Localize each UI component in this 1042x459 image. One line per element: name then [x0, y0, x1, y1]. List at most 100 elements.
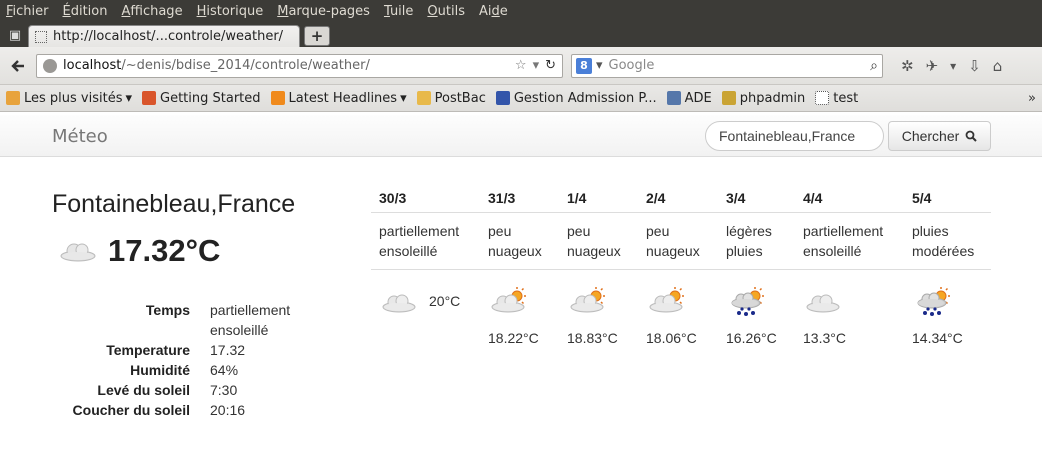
menu-item[interactable]: Outils [427, 4, 465, 19]
forecast-temperature: 13.3°C [803, 330, 846, 346]
search-bar-placeholder: Google [608, 58, 655, 73]
forecast-day: 13.3°C [795, 286, 904, 380]
menu-item[interactable]: Marque-pages [277, 4, 370, 19]
bookmark-item[interactable]: Les plus visités ▾ [6, 91, 132, 106]
forecast-temperature: 20°C [429, 293, 461, 309]
plugin-icon[interactable]: ✈ [926, 57, 939, 75]
bookmark-label: Latest Headlines [288, 90, 398, 106]
plugin-dropdown-icon[interactable]: ▾ [950, 59, 956, 73]
menu-item-accesskey: O [427, 3, 438, 19]
forecast-day: 18.22°C [480, 286, 559, 380]
forecast-date: 30/3 [379, 189, 407, 206]
forecast-icons-row: 20°C 18.22°C 18.83°C 18.06°C 16.26°C 13.3°C 14… [371, 270, 991, 380]
forecast-date: 3/4 [726, 189, 746, 206]
menu-item-text: arque-pages [288, 3, 370, 19]
search-icon [965, 130, 978, 142]
city-search-input[interactable]: Fontainebleau,France [705, 121, 884, 151]
forecast-day: 16.26°C [718, 286, 795, 380]
bookmark-item[interactable]: PostBac [416, 90, 486, 106]
back-button[interactable] [6, 54, 30, 78]
menu-item[interactable]: Aide [479, 4, 508, 19]
bookmark-label: ADE [684, 90, 712, 106]
url-bar[interactable]: localhost/~denis/bdise_2014/controle/wea… [36, 53, 563, 78]
forecast-description: partiellement ensoleillé [379, 223, 460, 259]
bookmark-folder-arrow-icon: ▾ [125, 90, 133, 106]
menu-item-text: dition [70, 3, 108, 19]
tab-favicon-icon [35, 30, 47, 43]
detail-row: Coucher du soleil 20:16 [60, 400, 320, 420]
menu-item-text: ichier [12, 3, 49, 19]
bookmarks-overflow-button[interactable]: » [1028, 91, 1036, 106]
back-arrow-icon [11, 59, 24, 72]
forecast-day: 18.83°C [559, 286, 638, 380]
bookmark-item[interactable]: Gestion Admission P... [495, 90, 657, 106]
bookmark-favicon-icon [815, 91, 830, 105]
detail-label: Temps [145, 302, 190, 318]
forecast-descriptions-row: partiellement ensoleillé peu nuageux peu n… [371, 213, 991, 270]
detail-row: Temperature 17.32 [60, 340, 320, 360]
detail-label: Humidité [130, 362, 190, 378]
menu-item-text: utils [437, 3, 465, 19]
forecast-date: 2/4 [646, 189, 666, 206]
current-weather: Fontainebleau,France 17.32°C [52, 190, 352, 269]
search-magnifier-icon[interactable]: ⌕ [870, 58, 878, 74]
site-identity-icon[interactable] [43, 58, 57, 73]
menu-item-accesskey: d [491, 3, 500, 19]
forecast-description: pluies modérées [912, 223, 975, 259]
forecast-temperature: 18.83°C [567, 330, 618, 346]
bookmark-favicon-icon [142, 91, 157, 105]
search-button[interactable]: Chercher [888, 121, 991, 151]
google-engine-icon[interactable]: 8 [576, 57, 592, 74]
forecast-description: partiellement ensoleillé [803, 223, 884, 259]
url-dropdown-icon[interactable]: ▾ [533, 58, 540, 73]
bookmark-favicon-icon [495, 91, 510, 105]
bookmark-favicon-icon [416, 91, 431, 105]
detail-value: 17.32 [210, 342, 246, 358]
url-host: localhost [63, 58, 122, 73]
bookmark-item[interactable]: Latest Headlines ▾ [270, 90, 407, 106]
bookmark-item[interactable]: Getting Started [142, 91, 261, 106]
engine-dropdown-icon[interactable]: ▾ [596, 58, 603, 73]
forecast-description: légères pluies [726, 223, 772, 259]
browser-tab[interactable]: http://localhost/...controle/weather/ [28, 25, 300, 47]
tab-bar: ▣ http://localhost/...controle/weather/ … [0, 22, 1042, 47]
menu-bar: Fichier Édition Affichage Historique Marque-… [0, 0, 1042, 22]
app-menu-icon[interactable]: ▣ [6, 26, 24, 44]
bookmark-favicon-icon [270, 91, 285, 105]
menu-item-accesskey: M [277, 3, 289, 19]
downloads-icon[interactable]: ⇩ [968, 57, 981, 75]
menu-item[interactable]: Affichage [121, 4, 182, 19]
site-brand[interactable]: Méteo [52, 126, 108, 147]
menu-item-text: e [499, 3, 508, 19]
forecast-date: 5/4 [912, 189, 932, 206]
menu-item[interactable]: Édition [63, 4, 108, 19]
menu-item[interactable]: Historique [197, 4, 264, 19]
forecast-temperature: 18.22°C [488, 330, 539, 346]
forecast-dates-row: 30/3 31/3 1/4 2/4 3/4 4/4 5/4 [371, 183, 991, 213]
search-bar[interactable]: 8 ▾ Google ⌕ [571, 53, 883, 78]
forecast-description: peu nuageux [646, 223, 700, 259]
bookmark-label: Les plus visités [24, 90, 123, 106]
reload-icon[interactable]: ↻ [545, 58, 556, 73]
menu-item[interactable]: Tuile [384, 4, 413, 19]
bookmarks-toolbar: Les plus visités ▾ Getting Started Latest H… [0, 85, 1042, 112]
menu-item-accesskey: É [62, 3, 71, 19]
addon-icon[interactable]: ✲ [901, 57, 914, 75]
current-temperature: 17.32°C [108, 233, 221, 268]
bookmark-label: PostBac [434, 90, 486, 106]
bookmark-star-icon[interactable]: ☆ [515, 58, 527, 73]
forecast-temperature: 16.26°C [726, 330, 777, 346]
home-icon[interactable]: ⌂ [993, 57, 1003, 75]
bookmark-item[interactable]: test [815, 91, 858, 106]
forecast-description: peu nuageux [567, 223, 621, 259]
bookmark-item[interactable]: ADE [666, 90, 712, 106]
search-button-label: Chercher [901, 128, 960, 144]
new-tab-button[interactable]: + [304, 26, 330, 46]
bookmark-label: Gestion Admission P... [513, 90, 657, 106]
detail-value: 64% [210, 362, 239, 378]
sun-cloud-icon [649, 287, 684, 313]
menu-item[interactable]: Fichier [6, 4, 49, 19]
bookmark-item[interactable]: phpadmin [721, 91, 805, 106]
forecast-date: 31/3 [488, 189, 516, 206]
rain-icon [731, 287, 764, 316]
